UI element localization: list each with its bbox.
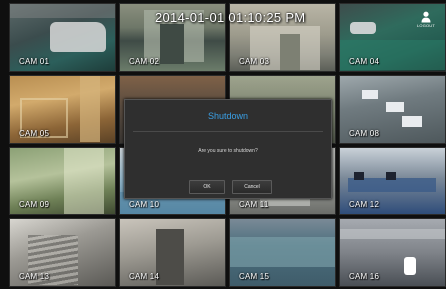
camera-tile-09[interactable]: CAM 09 xyxy=(9,146,116,216)
camera-label: CAM 13 xyxy=(19,272,50,281)
datetime-display: 2014-01-01 01:10:25 PM xyxy=(155,10,306,25)
dialog-message: Are you sure to shutdown? xyxy=(198,148,258,154)
camera-label: CAM 01 xyxy=(19,56,50,66)
camera-label: CAM 12 xyxy=(349,200,380,210)
camera-label: CAM 14 xyxy=(129,272,160,281)
dialog-divider xyxy=(133,131,323,132)
camera-label: CAM 16 xyxy=(349,272,380,281)
camera-tile-13[interactable]: CAM 13 xyxy=(9,218,116,287)
user-icon xyxy=(415,11,437,23)
camera-label: CAM 05 xyxy=(19,128,50,138)
shutdown-dialog: Shutdown Are you sure to shutdown? OK Ca… xyxy=(124,99,332,199)
camera-tile-15[interactable]: CAM 15 xyxy=(229,218,336,287)
camera-label: CAM 15 xyxy=(239,272,270,281)
camera-label: CAM 09 xyxy=(19,200,50,210)
camera-tile-05[interactable]: CAM 05 xyxy=(9,74,116,144)
cancel-button[interactable]: Cancel xyxy=(232,180,272,194)
camera-tile-14[interactable]: CAM 14 xyxy=(119,218,226,287)
camera-label: CAM 11 xyxy=(239,200,269,210)
camera-label: CAM 08 xyxy=(349,128,380,138)
ok-button[interactable]: OK xyxy=(189,180,225,194)
camera-label: CAM 04 xyxy=(349,56,380,66)
logout-button[interactable]: LOGOUT xyxy=(415,11,437,35)
camera-tile-12[interactable]: CAM 12 xyxy=(339,146,446,216)
dvr-screen: CAM 01 CAM 02 CAM 03 CAM 04 CAM 05 CAM 0… xyxy=(0,0,446,289)
camera-tile-16[interactable]: CAM 16 xyxy=(339,218,446,287)
camera-label: CAM 02 xyxy=(129,56,160,66)
camera-tile-01[interactable]: CAM 01 xyxy=(9,3,116,72)
camera-label: CAM 10 xyxy=(129,200,160,210)
logout-label: LOGOUT xyxy=(416,23,436,28)
dialog-title: Shutdown xyxy=(207,111,249,121)
camera-label: CAM 03 xyxy=(239,56,270,66)
camera-tile-08[interactable]: CAM 08 xyxy=(339,74,446,144)
